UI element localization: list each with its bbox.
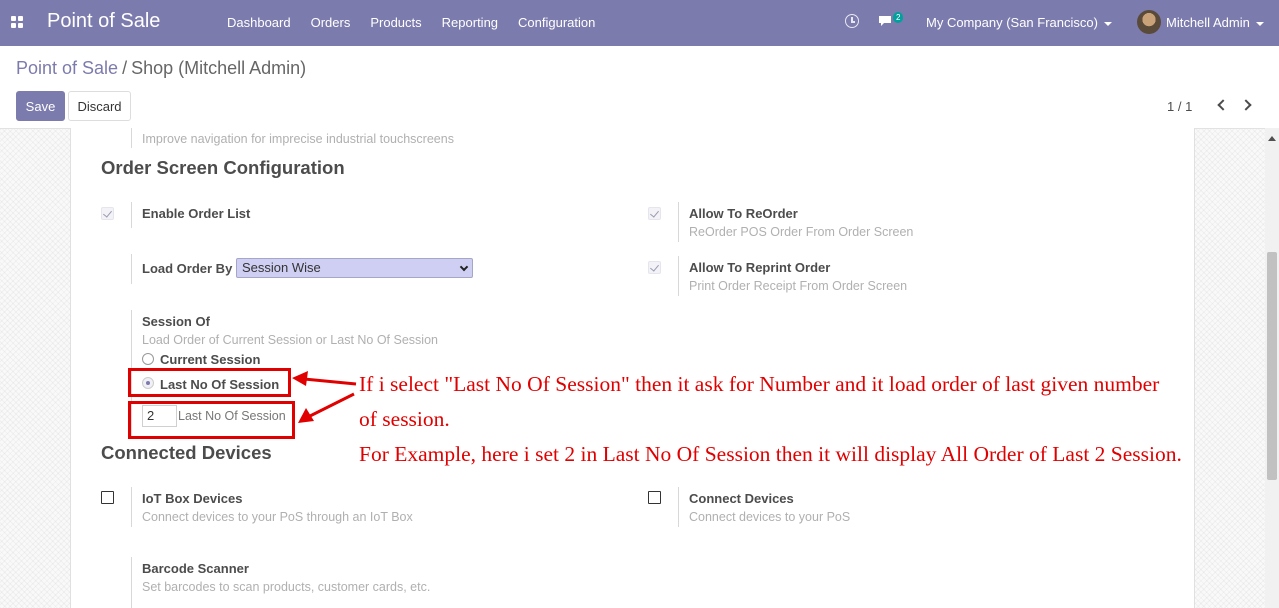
menu-dashboard[interactable]: Dashboard [227, 15, 291, 30]
enable-order-list-checkbox[interactable] [101, 207, 114, 220]
connected-devices-title: Connected Devices [101, 442, 272, 463]
enable-order-list-label: Enable Order List [142, 206, 251, 221]
pager-next-icon[interactable] [1240, 97, 1255, 115]
avatar[interactable] [1137, 10, 1161, 34]
discard-button[interactable]: Discard [68, 91, 131, 121]
breadcrumb-separator: / [122, 58, 128, 78]
chat-icon[interactable] [878, 15, 892, 27]
pager-previous-icon[interactable] [1214, 97, 1229, 115]
connect-devices-desc: Connect devices to your PoS [689, 510, 851, 524]
highlight-box-input [128, 401, 295, 439]
touchscreen-hint: Improve navigation for imprecise industr… [142, 132, 454, 146]
setting-divider [131, 487, 132, 527]
current-session-radio[interactable] [142, 353, 154, 365]
annotation-line-3: For Example, here i set 2 in Last No Of … [359, 442, 1182, 466]
load-order-by-value: Session Wise [242, 260, 321, 275]
annotation-line-1: If i select "Last No Of Session" then it… [359, 372, 1160, 396]
load-order-by-select[interactable]: Session Wise [236, 258, 473, 278]
connect-devices-label: Connect Devices [689, 491, 794, 506]
menu-products[interactable]: Products [370, 15, 421, 30]
barcode-scanner-label: Barcode Scanner [142, 561, 249, 576]
connect-devices-checkbox[interactable] [648, 491, 661, 504]
allow-reorder-label: Allow To ReOrder [689, 206, 798, 221]
order-screen-title: Order Screen Configuration [101, 157, 345, 178]
scrollbar[interactable] [1265, 128, 1279, 608]
setting-divider [131, 128, 132, 148]
allow-reprint-desc: Print Order Receipt From Order Screen [689, 279, 908, 293]
breadcrumb-parent[interactable]: Point of Sale [16, 58, 118, 78]
user-menu[interactable]: Mitchell Admin [1166, 15, 1264, 30]
apps-icon[interactable] [11, 16, 23, 28]
iot-box-label: IoT Box Devices [142, 491, 243, 506]
current-session-label: Current Session [160, 352, 261, 367]
setting-divider [678, 202, 679, 242]
chevron-down-icon [1103, 21, 1112, 26]
setting-divider [131, 202, 132, 228]
setting-divider [678, 487, 679, 527]
company-switcher[interactable]: My Company (San Francisco) [926, 15, 1112, 30]
company-name: My Company (San Francisco) [926, 15, 1098, 30]
highlight-box-radio [128, 368, 291, 397]
chat-count-badge: 2 [893, 12, 904, 23]
user-name: Mitchell Admin [1166, 15, 1250, 30]
scroll-thumb[interactable] [1267, 252, 1277, 480]
session-of-desc: Load Order of Current Session or Last No… [142, 333, 438, 347]
setting-divider [131, 254, 132, 284]
scroll-up-arrow-icon[interactable] [1268, 136, 1276, 141]
clock-icon[interactable] [845, 14, 859, 28]
iot-box-desc: Connect devices to your PoS through an I… [142, 510, 413, 524]
setting-divider [678, 256, 679, 296]
top-navbar: Point of Sale Dashboard Orders Products … [0, 0, 1279, 46]
breadcrumb: Point of Sale / Shop (Mitchell Admin) [16, 58, 306, 79]
allow-reprint-label: Allow To Reprint Order [689, 260, 831, 275]
menu-configuration[interactable]: Configuration [518, 15, 595, 30]
chevron-down-icon [459, 262, 469, 272]
app-title[interactable]: Point of Sale [47, 10, 160, 33]
menu-reporting[interactable]: Reporting [442, 15, 498, 30]
session-of-label: Session Of [142, 314, 210, 329]
pager-value[interactable]: 1 / 1 [1167, 99, 1192, 114]
iot-box-checkbox[interactable] [101, 491, 114, 504]
main-menu: Dashboard Orders Products Reporting Conf… [227, 15, 615, 30]
chevron-down-icon [1255, 21, 1264, 26]
menu-orders[interactable]: Orders [311, 15, 351, 30]
setting-divider [131, 557, 132, 608]
breadcrumb-current: Shop (Mitchell Admin) [131, 58, 307, 78]
save-button[interactable]: Save [16, 91, 65, 121]
annotation-arrows [292, 371, 357, 423]
allow-reorder-checkbox[interactable] [648, 207, 661, 220]
load-order-by-label: Load Order By [142, 261, 233, 276]
allow-reorder-desc: ReOrder POS Order From Order Screen [689, 225, 914, 239]
annotation-line-2: of session. [359, 407, 450, 431]
barcode-scanner-desc: Set barcodes to scan products, customer … [142, 580, 431, 594]
allow-reprint-checkbox[interactable] [648, 261, 661, 274]
